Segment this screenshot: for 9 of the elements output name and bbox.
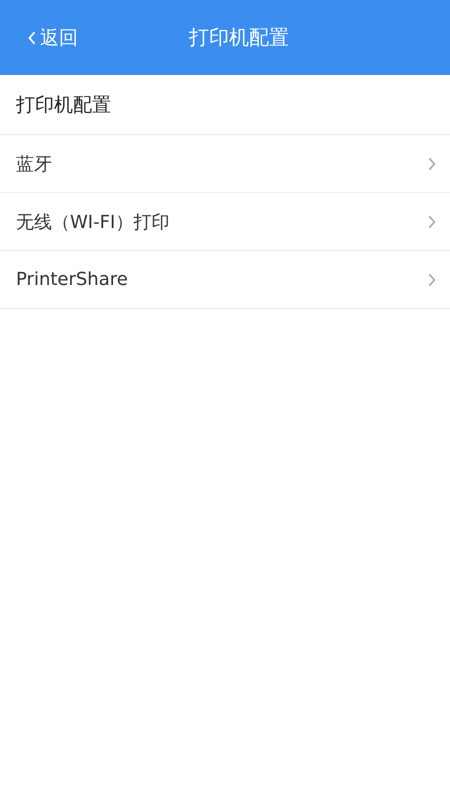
page-title: 打印机配置 [189, 24, 289, 51]
menu-item[interactable]: 蓝牙 [0, 135, 450, 193]
section-title: 打印机配置 [16, 92, 111, 118]
chevron-icon [428, 156, 436, 170]
menu-item[interactable]: PrinterShare [0, 251, 450, 309]
chevron-icon [428, 214, 436, 228]
back-icon [28, 30, 36, 44]
menu-item[interactable]: 无线（WI-FI）打印 [0, 193, 450, 251]
chevron-icon [428, 272, 436, 286]
